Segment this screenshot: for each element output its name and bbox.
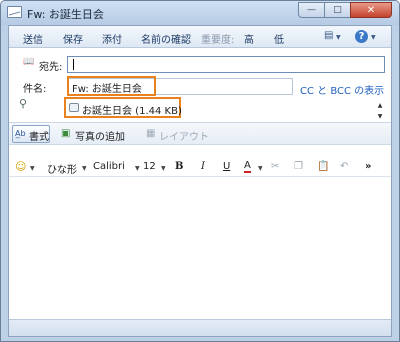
font-name-select[interactable]: Calibri bbox=[93, 161, 125, 172]
title-bar: Fw: お誕生日会 — □ ✕ bbox=[1, 1, 399, 25]
undo-icon[interactable]: ↶ bbox=[340, 161, 348, 172]
font-size-chevron-down-icon[interactable]: ▼ bbox=[161, 165, 166, 172]
help-chevron-down-icon[interactable]: ▼ bbox=[371, 34, 376, 41]
emoticon-icon[interactable]: ☺ bbox=[15, 160, 26, 173]
add-photo-icon: ▣ bbox=[61, 128, 71, 139]
status-bar bbox=[9, 319, 391, 336]
font-size-select[interactable]: 12 bbox=[143, 161, 156, 172]
address-book-icon[interactable]: 📖 bbox=[23, 57, 34, 67]
send-button[interactable]: 送信 bbox=[23, 31, 43, 46]
format-button[interactable]: 書式 bbox=[29, 128, 49, 143]
close-button[interactable]: ✕ bbox=[350, 2, 392, 18]
stationery-dropdown[interactable]: ひな形 bbox=[47, 161, 77, 176]
attachment-scroll[interactable]: ▲ ▼ bbox=[376, 100, 384, 122]
italic-button[interactable]: I bbox=[201, 161, 205, 172]
emoticon-chevron-down-icon[interactable]: ▼ bbox=[30, 165, 35, 172]
font-color-button[interactable]: A bbox=[244, 161, 251, 173]
font-color-chevron-down-icon[interactable]: ▼ bbox=[258, 165, 263, 172]
maximize-button[interactable]: □ bbox=[324, 2, 350, 18]
paste-icon[interactable]: 📋 bbox=[317, 161, 329, 172]
to-input[interactable] bbox=[67, 56, 385, 73]
save-button[interactable]: 保存 bbox=[63, 31, 83, 46]
compose-window: Fw: お誕生日会 — □ ✕ 送信 保存 添付 名前の確認 重要度: 高 低 … bbox=[0, 0, 400, 342]
copy-icon[interactable]: ❐ bbox=[294, 161, 303, 172]
toolbar: 送信 保存 添付 名前の確認 重要度: 高 低 ▤ ▼ ? ▼ bbox=[9, 26, 391, 48]
cut-icon[interactable]: ✂ bbox=[271, 161, 279, 172]
mail-app-icon bbox=[7, 6, 22, 18]
client-area: 送信 保存 添付 名前の確認 重要度: 高 低 ▤ ▼ ? ▼ 📖 宛先: 件名… bbox=[8, 25, 392, 337]
more-options-button[interactable]: » bbox=[365, 161, 371, 172]
attachment-icon bbox=[69, 103, 79, 112]
underline-button[interactable]: U bbox=[223, 161, 230, 172]
check-names-button[interactable]: 名前の確認 bbox=[141, 31, 191, 46]
attachment-item[interactable]: お誕生日会 (1.44 KB) bbox=[82, 102, 182, 117]
paperclip-icon: ⚲ bbox=[19, 97, 28, 110]
message-body-editor[interactable] bbox=[9, 178, 391, 318]
window-title: Fw: お誕生日会 bbox=[27, 8, 104, 21]
subject-value: Fw: お誕生日会 bbox=[72, 84, 142, 95]
add-photos-button[interactable]: 写真の追加 bbox=[75, 128, 125, 143]
minimize-button[interactable]: — bbox=[298, 2, 324, 18]
importance-label: 重要度: bbox=[201, 35, 235, 46]
layout-button[interactable]: レイアウト bbox=[159, 128, 209, 143]
subject-label: 件名: bbox=[23, 84, 47, 95]
menu-chevron-down-icon[interactable]: ▼ bbox=[336, 34, 341, 41]
show-cc-bcc-link[interactable]: CC と BCC の表示 bbox=[300, 82, 384, 97]
format-bar: A̲b 書式 ▣ 写真の追加 ▦ レイアウト bbox=[9, 122, 391, 145]
help-icon[interactable]: ? bbox=[355, 30, 368, 43]
bold-button[interactable]: B bbox=[175, 161, 183, 172]
format-icon: A̲b bbox=[15, 129, 26, 138]
importance-low-button[interactable]: 低 bbox=[274, 31, 284, 46]
to-label: 宛先: bbox=[39, 62, 63, 73]
menu-icon[interactable]: ▤ bbox=[324, 30, 333, 41]
window-controls: — □ ✕ bbox=[298, 2, 392, 18]
attach-button[interactable]: 添付 bbox=[102, 31, 122, 46]
text-cursor bbox=[73, 59, 74, 70]
importance-high-button[interactable]: 高 bbox=[244, 31, 254, 46]
font-toolbar: ☺ ▼ ひな形 ▼ Calibri ▼ 12 ▼ B I U A ▼ ✂ ❐ 📋… bbox=[9, 157, 391, 177]
stationery-chevron-down-icon[interactable]: ▼ bbox=[82, 165, 87, 172]
layout-icon: ▦ bbox=[146, 128, 156, 139]
font-name-chevron-down-icon[interactable]: ▼ bbox=[135, 165, 140, 172]
